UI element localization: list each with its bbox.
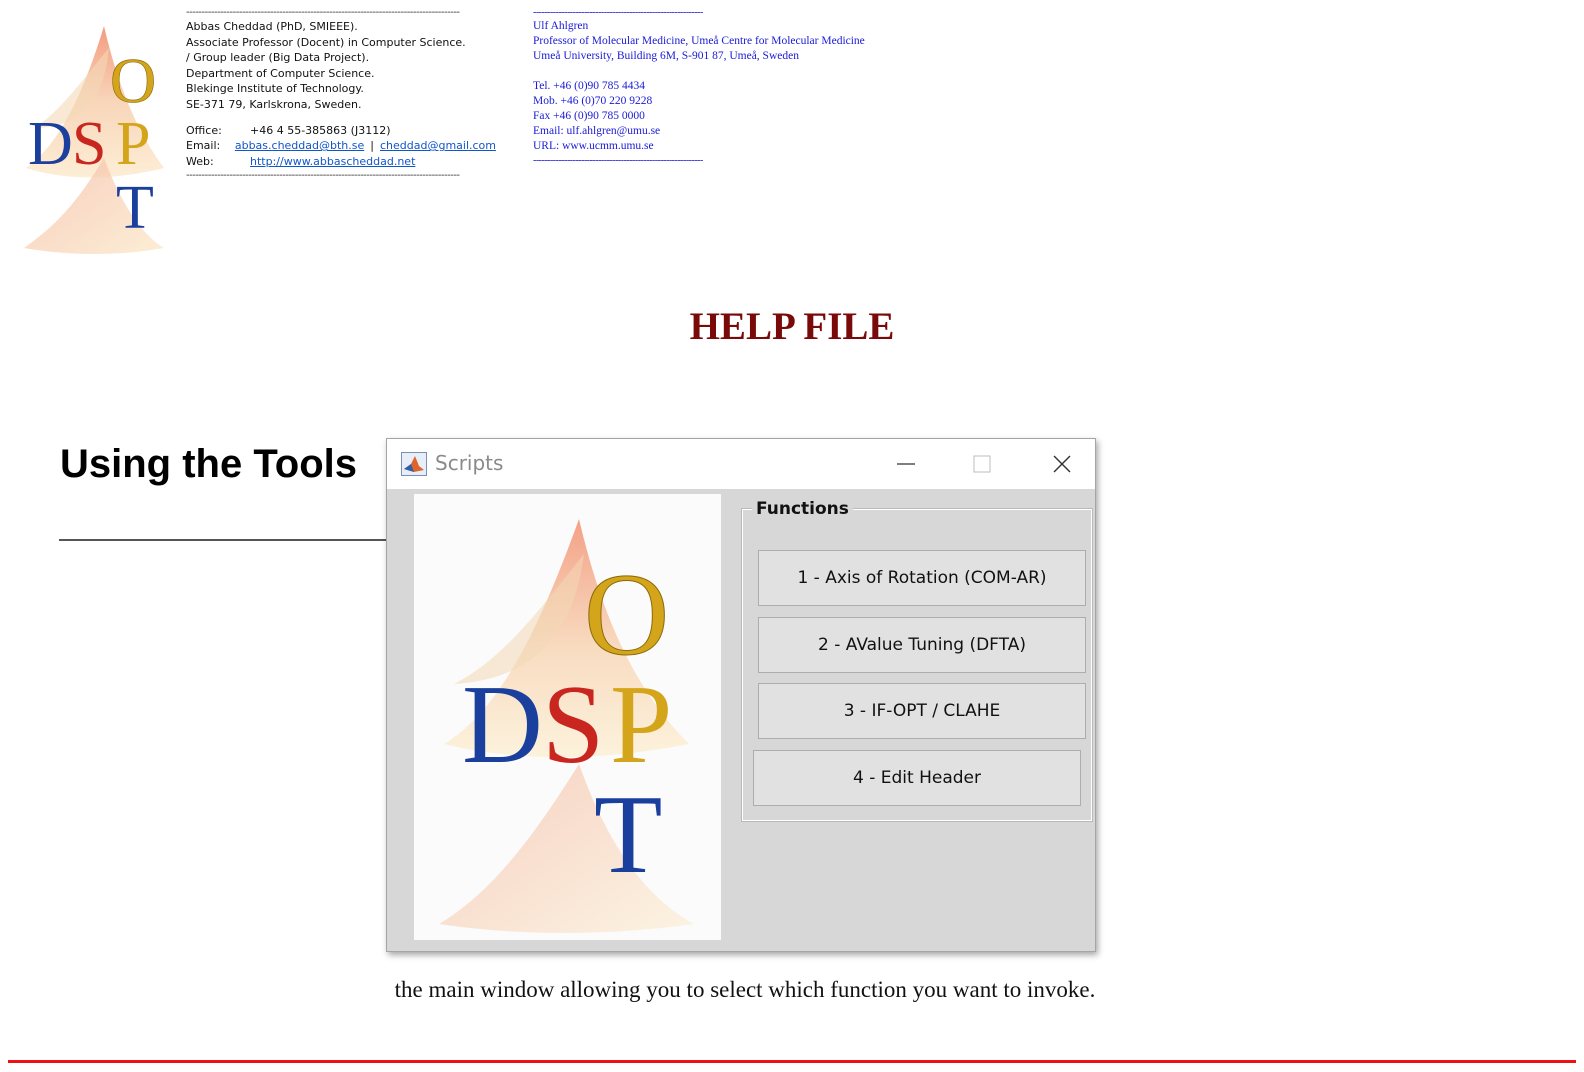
email-link-bth[interactable]: abbas.cheddad@bth.se — [235, 138, 364, 154]
web-link[interactable]: http://www.abbascheddad.net — [250, 154, 415, 170]
page-title: HELP FILE — [689, 305, 895, 348]
contact-block-cheddad: ----------------------------------------… — [186, 6, 496, 182]
contact-line: Umeå University, Building 6M, S-901 87, … — [533, 50, 799, 62]
contact-line: Associate Professor (Docent) in Computer… — [186, 35, 466, 49]
if-opt-clahe-button[interactable]: 3 - IF-OPT / CLAHE — [758, 683, 1086, 739]
contact-line: URL: www.ucmm.umu.se — [533, 140, 654, 152]
minimize-icon — [897, 463, 915, 465]
avalue-tuning-button[interactable]: 2 - AValue Tuning (DFTA) — [758, 617, 1086, 673]
odspt-logo-large: O D S P T — [414, 494, 721, 940]
web-label: Web: — [186, 154, 214, 168]
window-title: Scripts — [435, 451, 504, 475]
separator: ----------------------------------------… — [186, 7, 460, 18]
minimize-button[interactable] — [883, 447, 929, 481]
contact-line: / Group leader (Big Data Project). — [186, 51, 370, 65]
axis-of-rotation-button[interactable]: 1 - Axis of Rotation (COM-AR) — [758, 550, 1086, 606]
web-row: Web: http://www.abbascheddad.net — [186, 154, 496, 170]
scripts-window: Scripts O D S P T Functions 1 - Axis of … — [386, 438, 1096, 952]
figure-caption: the main window allowing you to select w… — [394, 977, 1096, 1002]
logo-letter-p: P — [116, 110, 150, 178]
logo-letter-s: S — [72, 110, 106, 178]
office-label: Office: — [186, 123, 222, 137]
logo-letter-t: T — [594, 773, 662, 897]
odspt-logo-small: O D S P T — [24, 26, 164, 254]
contact-line: SE-371 79, Karlskrona, Sweden. — [186, 97, 362, 111]
contact-line: Blekinge Institute of Technology. — [186, 82, 364, 96]
maximize-icon — [973, 455, 991, 473]
edit-header-button[interactable]: 4 - Edit Header — [753, 750, 1081, 806]
logo-letter-o: O — [110, 45, 156, 116]
logo-letter-s: S — [542, 663, 604, 787]
contact-line: Professor of Molecular Medicine, Umeå Ce… — [533, 35, 865, 47]
footer-red-rule — [8, 1060, 1576, 1063]
heading-rule — [59, 539, 389, 541]
contact-line: Mob. +46 (0)70 220 9228 — [533, 95, 653, 107]
email-label: Email: — [186, 139, 221, 153]
office-row: Office: +46 4 55-385863 (J3112) — [186, 123, 496, 139]
email-row: Email: abbas.cheddad@bth.se | cheddad@gm… — [186, 138, 496, 154]
contact-line: Ulf Ahlgren — [533, 20, 589, 32]
email-separator: | — [370, 139, 374, 153]
contact-line: Tel. +46 (0)90 785 4434 — [533, 80, 646, 92]
logo-letter-t: T — [116, 174, 154, 242]
separator: ----------------------------------------… — [186, 170, 460, 182]
contact-line: Email: ulf.ahlgren@umu.se — [533, 125, 661, 137]
maximize-button[interactable] — [959, 447, 1005, 481]
functions-group-label: Functions — [752, 499, 853, 519]
logo-letter-d: D — [28, 110, 73, 178]
section-heading: Using the Tools — [60, 442, 358, 486]
office-value: +46 4 55-385863 (J3112) — [250, 123, 391, 137]
separator: ----------------------------------------… — [533, 155, 703, 166]
logo-letter-o: O — [584, 549, 669, 680]
logo-letter-d: D — [462, 663, 543, 787]
contact-line: Department of Computer Science. — [186, 66, 375, 80]
matlab-icon — [401, 452, 427, 476]
contact-line: Fax +46 (0)90 785 0000 — [533, 110, 645, 122]
contact-line: Abbas Cheddad (PhD, SMIEEE). — [186, 20, 358, 33]
email-link-gmail[interactable]: cheddad@gmail.com — [380, 138, 496, 154]
contact-block-ahlgren: ----------------------------------------… — [533, 6, 953, 167]
logo-letter-p: P — [610, 663, 672, 787]
close-icon — [1053, 455, 1071, 473]
window-titlebar[interactable]: Scripts — [387, 439, 1095, 489]
separator: ----------------------------------------… — [533, 7, 703, 18]
close-button[interactable] — [1039, 447, 1085, 481]
